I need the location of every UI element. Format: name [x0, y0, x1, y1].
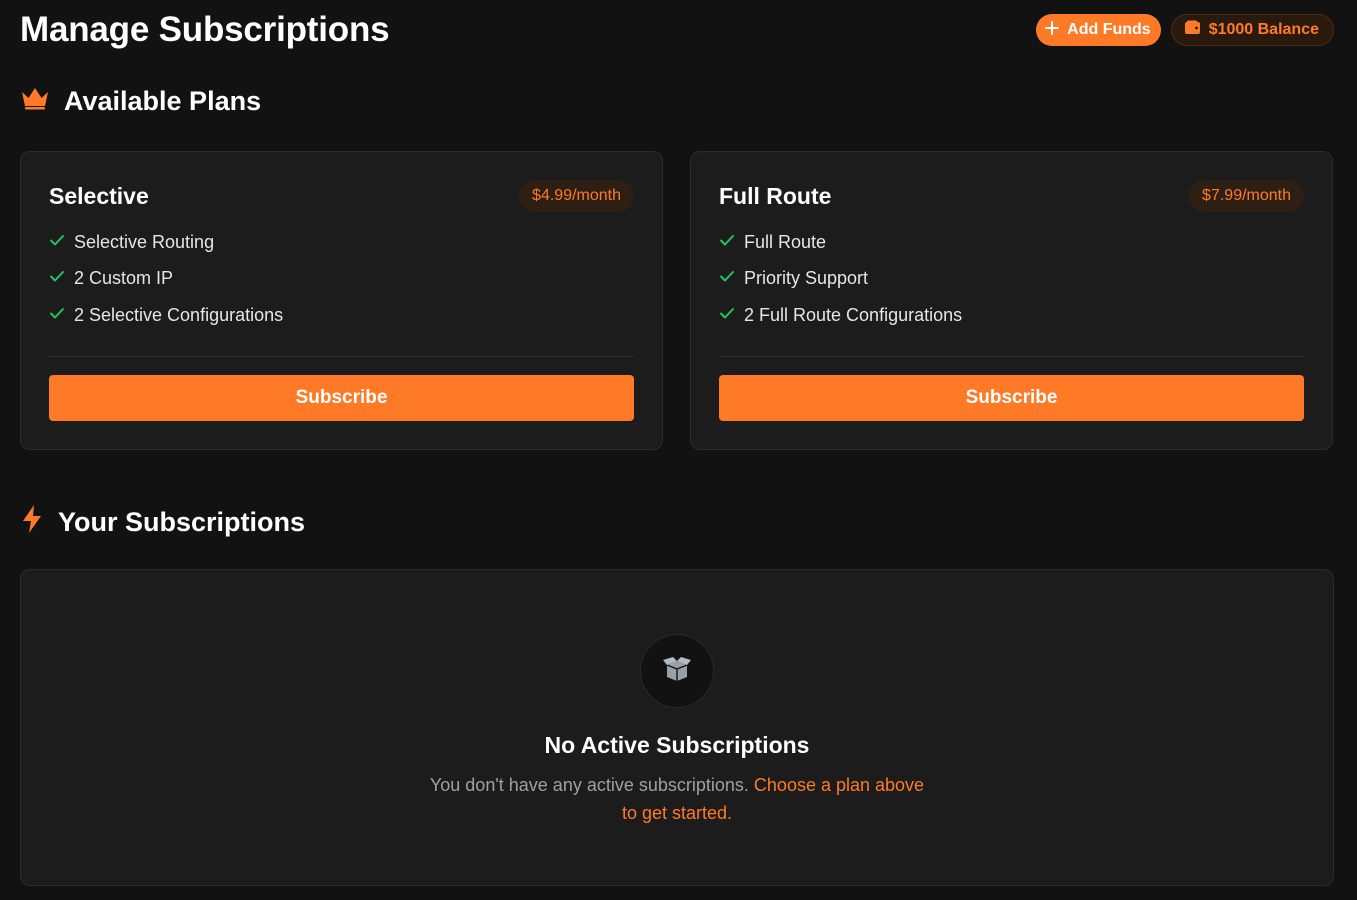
feature-label: Full Route: [744, 231, 827, 252]
open-box-icon: [661, 655, 693, 688]
empty-subscriptions-card: No Active Subscriptions You don't have a…: [20, 569, 1334, 886]
check-icon: [49, 305, 65, 326]
balance-badge[interactable]: $1000 Balance: [1170, 14, 1334, 46]
card-divider: [49, 355, 634, 357]
check-icon: [49, 268, 65, 289]
feature-item: Selective Routing: [49, 224, 634, 261]
check-icon: [719, 305, 735, 326]
crown-icon: [20, 86, 50, 117]
empty-state-icon-circle: [640, 634, 714, 708]
empty-state-text: You don't have any active subscriptions.: [429, 775, 749, 795]
lightning-bolt-icon: [20, 504, 44, 541]
feature-label: 2 Full Route Configurations: [744, 304, 963, 325]
plan-name: Selective: [49, 182, 149, 209]
feature-label: 2 Custom IP: [74, 268, 174, 289]
page-title: Manage Subscriptions: [20, 10, 390, 49]
feature-item: Priority Support: [719, 261, 1304, 298]
feature-item: 2 Selective Configurations: [49, 297, 634, 334]
available-plans-heading: Available Plans: [20, 86, 261, 117]
price-badge: $7.99/month: [1189, 180, 1304, 212]
page-header: Manage Subscriptions Add Funds $1000 Bal…: [20, 8, 1334, 52]
empty-state-message: You don't have any active subscriptions.…: [427, 771, 927, 827]
plus-icon: [1044, 20, 1060, 41]
subscribe-full-route-button[interactable]: Subscribe: [719, 374, 1304, 421]
feature-item: 2 Custom IP: [49, 261, 634, 298]
price-badge: $4.99/month: [519, 180, 634, 212]
check-icon: [719, 268, 735, 289]
feature-label: Priority Support: [744, 268, 869, 289]
add-funds-button[interactable]: Add Funds: [1036, 14, 1161, 46]
manage-subscriptions-page: Manage Subscriptions Add Funds $1000 Bal…: [0, 0, 1357, 900]
feature-list: Full Route Priority Support 2 Full Route…: [719, 224, 1304, 334]
empty-state-title: No Active Subscriptions: [544, 732, 810, 758]
feature-label: 2 Selective Configurations: [74, 304, 284, 325]
check-icon: [49, 232, 65, 253]
plan-card-selective: Selective $4.99/month Selective Routing …: [20, 151, 663, 450]
your-subscriptions-heading: Your Subscriptions: [20, 504, 305, 541]
card-divider: [719, 355, 1304, 357]
header-actions: Add Funds $1000 Balance: [1036, 14, 1334, 46]
feature-label: Selective Routing: [74, 231, 215, 252]
available-plans-title: Available Plans: [64, 86, 262, 116]
feature-list: Selective Routing 2 Custom IP 2 Selectiv…: [49, 224, 634, 334]
check-icon: [719, 232, 735, 253]
feature-item: 2 Full Route Configurations: [719, 297, 1304, 334]
subscribe-selective-button[interactable]: Subscribe: [49, 374, 634, 421]
wallet-icon: [1184, 20, 1201, 40]
your-subscriptions-title: Your Subscriptions: [58, 507, 306, 537]
add-funds-label: Add Funds: [1067, 21, 1151, 38]
plan-card-full-route: Full Route $7.99/month Full Route Priori…: [690, 151, 1333, 450]
plan-name: Full Route: [719, 182, 832, 209]
balance-label: $1000 Balance: [1208, 21, 1319, 38]
feature-item: Full Route: [719, 224, 1304, 261]
